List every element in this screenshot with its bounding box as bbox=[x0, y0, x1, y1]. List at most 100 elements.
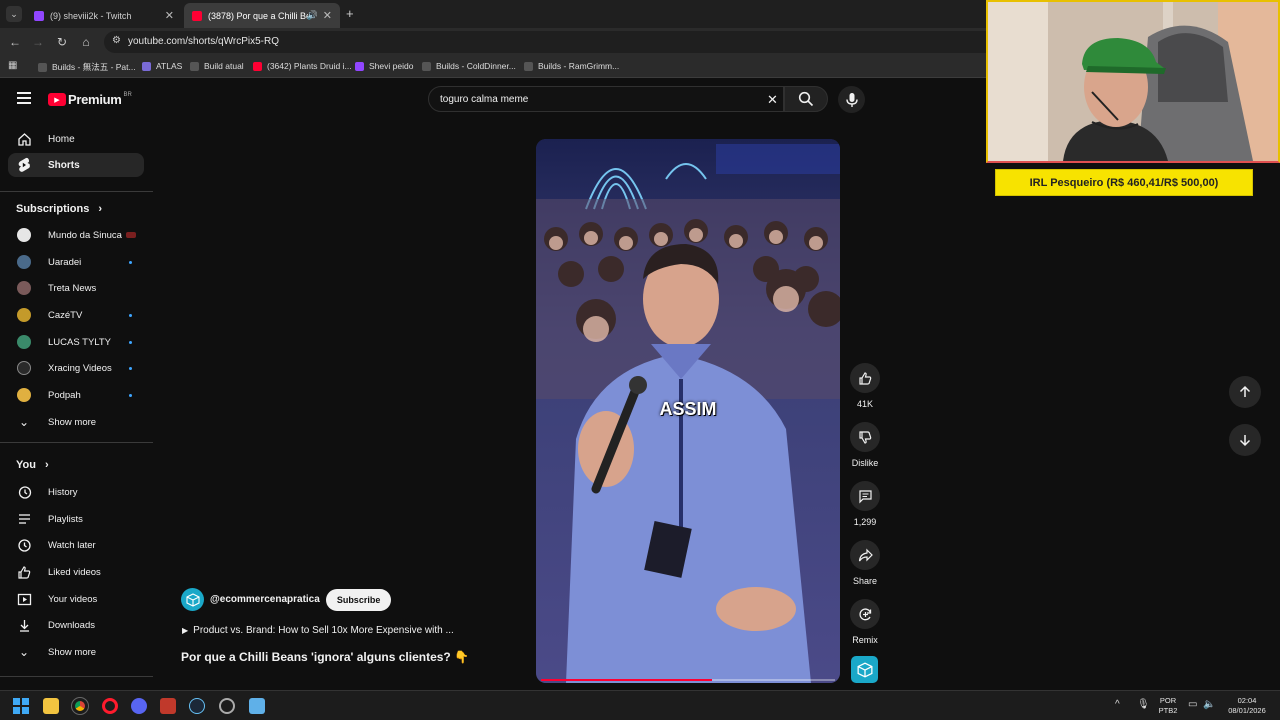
remix-button[interactable]: Remix bbox=[848, 599, 882, 645]
bookmark-favicon-icon bbox=[253, 61, 262, 71]
url-text[interactable]: youtube.com/shorts/qWrcPix5-RQ bbox=[128, 36, 279, 47]
sidebar-item-liked-videos[interactable]: Liked videos bbox=[8, 560, 144, 584]
tab-title: (9) sheviii2k - Twitch bbox=[50, 10, 132, 21]
sidebar-item-your-videos[interactable]: Your videos bbox=[8, 587, 144, 611]
tab-twitch[interactable]: (9) sheviii2k - Twitch ✕ bbox=[26, 3, 182, 28]
forward-arrow-icon[interactable]: → bbox=[30, 35, 46, 49]
chevron-right-icon: › bbox=[98, 203, 103, 215]
dislike-label: Dislike bbox=[851, 458, 879, 468]
steam-icon[interactable] bbox=[189, 698, 205, 714]
search-value: toguro calma meme bbox=[440, 94, 529, 105]
voice-search-button[interactable] bbox=[838, 86, 865, 113]
remix-icon bbox=[858, 607, 871, 620]
bookmark-item[interactable]: Shevi peido bbox=[355, 61, 413, 71]
search-button[interactable] bbox=[784, 86, 828, 112]
show-more-subscriptions[interactable]: ⌄ Show more bbox=[8, 410, 144, 434]
channel-row: @ecommercenapratica Subscribe bbox=[181, 588, 392, 611]
next-short-button[interactable] bbox=[1229, 424, 1261, 456]
dislike-button[interactable]: Dislike bbox=[848, 422, 882, 468]
clock[interactable]: 02:04 08/01/2026 bbox=[1223, 696, 1271, 716]
sidebar-subscription[interactable]: Uaradei bbox=[8, 250, 144, 274]
microphone-icon[interactable]: 🎙 bbox=[1137, 699, 1150, 710]
subscribe-button[interactable]: Subscribe bbox=[325, 588, 392, 611]
sidebar-subscription[interactable]: Treta News bbox=[8, 276, 144, 300]
sidebar-item-history[interactable]: History bbox=[8, 480, 144, 504]
share-button[interactable]: Share bbox=[848, 540, 882, 586]
reload-icon[interactable]: ↻ bbox=[54, 35, 70, 49]
site-info-icon[interactable]: ⚙ bbox=[112, 35, 121, 46]
avatar bbox=[17, 361, 31, 375]
bookmark-item[interactable]: Builds - ColdDinner... bbox=[422, 61, 516, 71]
new-content-dot bbox=[129, 366, 132, 370]
windows-taskbar: ^ 🎙 POR PTB2 ▭ 🔈 02:04 08/01/2026 bbox=[0, 690, 1280, 720]
comments-button[interactable]: 1,299 bbox=[848, 481, 882, 527]
volume-icon[interactable]: 🔈 bbox=[1203, 699, 1215, 710]
new-tab-button[interactable]: + bbox=[346, 6, 354, 21]
subscriptions-heading[interactable]: Subscriptions › bbox=[16, 203, 102, 215]
tab-list-button[interactable]: ⌄ bbox=[6, 6, 22, 22]
chrome-icon[interactable] bbox=[71, 697, 89, 715]
home-icon[interactable]: ⌂ bbox=[78, 35, 94, 49]
close-tab-icon[interactable]: ✕ bbox=[165, 9, 174, 22]
share-label: Share bbox=[852, 576, 878, 586]
sidebar-subscription[interactable]: Mundo da Sinuca bbox=[8, 223, 144, 247]
comment-icon bbox=[858, 489, 872, 503]
bookmark-item[interactable]: Builds - RamGrimm... bbox=[524, 61, 619, 71]
show-more-you[interactable]: ⌄ Show more bbox=[8, 640, 144, 664]
play-icon: ▶ bbox=[182, 626, 189, 635]
playlists-icon bbox=[16, 511, 32, 527]
back-arrow-icon[interactable]: ← bbox=[7, 35, 23, 49]
close-tab-icon[interactable]: ✕ bbox=[323, 9, 332, 22]
progress-fill bbox=[541, 679, 712, 681]
sidebar-divider bbox=[0, 676, 153, 677]
sidebar-subscription[interactable]: Xracing Videos bbox=[8, 356, 144, 380]
channel-name[interactable]: @ecommercenapratica bbox=[210, 594, 320, 605]
opera-icon[interactable] bbox=[102, 698, 118, 714]
new-content-dot bbox=[129, 260, 132, 264]
progress-track[interactable] bbox=[541, 679, 835, 681]
sidebar-item-shorts[interactable]: Shorts bbox=[8, 153, 144, 177]
network-icon[interactable]: ▭ bbox=[1188, 699, 1197, 710]
tab-youtube[interactable]: (3878) Por que a Chilli Bean 🔊 ✕ bbox=[184, 3, 340, 28]
chevron-up-icon[interactable]: ^ bbox=[1115, 699, 1120, 710]
search-input[interactable]: toguro calma meme ✕ bbox=[428, 86, 784, 112]
settings-app-icon[interactable] bbox=[219, 698, 235, 714]
sidebar-subscription[interactable]: LUCAS TYLTY bbox=[8, 330, 144, 354]
bookmark-item[interactable]: Builds - 無法五 - Pat... bbox=[38, 61, 136, 73]
arrow-down-icon bbox=[1239, 435, 1251, 447]
sidebar-divider bbox=[0, 442, 153, 443]
short-video-player[interactable]: ASSIM bbox=[536, 139, 840, 683]
keyboard-language[interactable]: POR PTB2 bbox=[1155, 696, 1181, 716]
media-app-icon[interactable] bbox=[160, 698, 176, 714]
notepad-icon[interactable] bbox=[249, 698, 265, 714]
windows-start-icon[interactable] bbox=[13, 698, 29, 714]
speaker-icon[interactable]: 🔊 bbox=[307, 10, 318, 21]
sidebar-item-home[interactable]: Home bbox=[8, 127, 144, 151]
bookmark-item[interactable]: Build atual bbox=[190, 61, 244, 71]
bookmark-item[interactable]: (3642) Plants Druid i... bbox=[253, 61, 352, 71]
chevron-down-icon: ⌄ bbox=[18, 645, 30, 659]
clear-search-icon[interactable]: ✕ bbox=[767, 92, 778, 108]
audio-source-thumbnail[interactable] bbox=[851, 656, 878, 683]
sidebar-item-downloads[interactable]: Downloads bbox=[8, 613, 144, 637]
channel-avatar[interactable] bbox=[181, 588, 204, 611]
bookmark-item[interactable]: ATLAS bbox=[142, 61, 182, 71]
previous-short-button[interactable] bbox=[1229, 376, 1261, 408]
microphone-icon bbox=[845, 92, 858, 107]
sidebar-item-watch-later[interactable]: Watch later bbox=[8, 533, 144, 557]
bookmark-favicon-icon bbox=[422, 61, 431, 71]
file-explorer-icon[interactable] bbox=[43, 698, 59, 714]
sidebar-subscription[interactable]: CazéTV bbox=[8, 303, 144, 327]
new-content-dot bbox=[129, 393, 132, 397]
thumbs-up-icon bbox=[16, 564, 32, 580]
share-icon bbox=[858, 548, 873, 561]
avatar bbox=[17, 255, 31, 269]
address-bar[interactable]: ⚙ youtube.com/shorts/qWrcPix5-RQ bbox=[104, 31, 1004, 53]
sidebar-item-playlists[interactable]: Playlists bbox=[8, 507, 144, 531]
discord-icon[interactable] bbox=[131, 698, 147, 714]
related-video-link[interactable]: ▶ Product vs. Brand: How to Sell 10x Mor… bbox=[182, 625, 454, 636]
you-heading[interactable]: You › bbox=[16, 459, 49, 471]
like-button[interactable]: 41K bbox=[848, 363, 882, 409]
sidebar-subscription[interactable]: Podpah bbox=[8, 383, 144, 407]
apps-grid-icon[interactable]: ▦ bbox=[8, 60, 17, 71]
